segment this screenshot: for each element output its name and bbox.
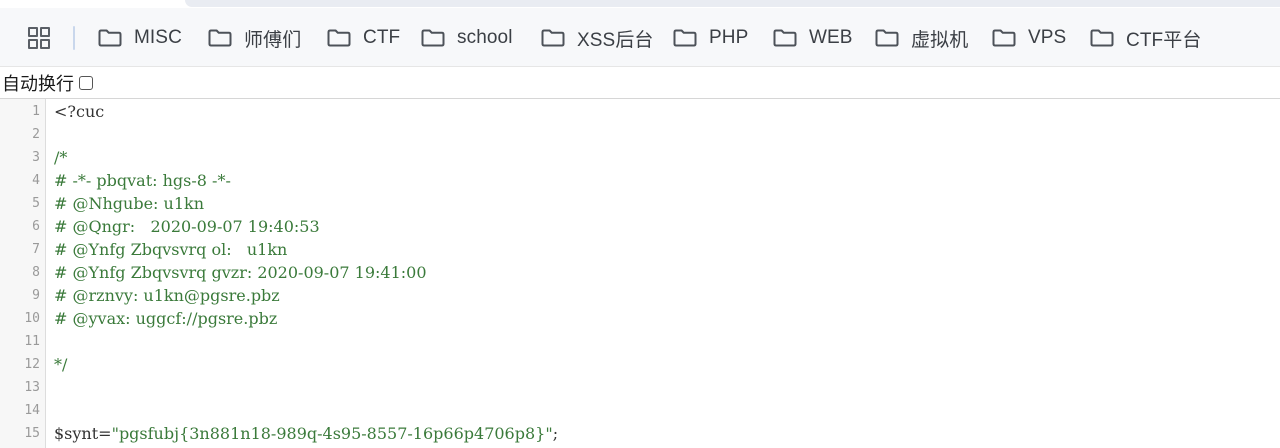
folder-icon (875, 29, 899, 47)
code-string: "pgsfubj{3n881n18-989q-4s95-8557-16p66p4… (111, 424, 553, 443)
bookmark-label: CTF平台 (1126, 29, 1202, 51)
line-number: 13 (24, 380, 40, 395)
code-variable: $synt= (54, 424, 112, 443)
code-line: 8 # @Ynfg Zbqvsvrq gvzr: 2020-09-07 19:41… (0, 261, 1280, 284)
code-text: # @Ynfg Zbqvsvrq gvzr: 2020-09-07 19:41:… (54, 263, 427, 282)
bookmark-label: 虚拟机 (911, 29, 969, 51)
code-text: <?cuc (54, 102, 105, 121)
code-text: */ (54, 355, 68, 374)
folder-icon (1090, 29, 1114, 47)
bookmark-label: VPS (1028, 27, 1067, 48)
bookmark-folder[interactable]: MISC (98, 25, 182, 51)
code-text: # @yvax: uggcf://pgsre.pbz (54, 309, 278, 328)
tab-strip (0, 0, 1280, 8)
bookmark-label: XSS后台 (577, 29, 654, 51)
code-text: # @Nhgube: u1kn (54, 194, 205, 213)
code-line: 14 (0, 399, 1280, 422)
bookmarks-divider (73, 26, 75, 50)
code-line: 10 # @yvax: uggcf://pgsre.pbz (0, 307, 1280, 330)
wrap-toggle-label: 自动换行 (2, 74, 74, 95)
code-text: # @rznvy: u1kn@pgsre.pbz (54, 286, 280, 305)
code-line: 4 # -*- pbqvat: hgs-8 -*- (0, 169, 1280, 192)
line-number: 8 (32, 265, 40, 280)
line-number: 4 (32, 173, 40, 188)
bookmark-label: school (457, 27, 513, 48)
bookmark-folder[interactable]: school (421, 25, 513, 51)
bookmark-label: WEB (809, 27, 853, 48)
code-terminator: ; (552, 424, 559, 443)
folder-icon (773, 29, 797, 47)
wrap-toggle-row: 自动换行 (0, 68, 1280, 99)
code-line: 3 /* (0, 146, 1280, 169)
code-text: /* (54, 148, 68, 167)
line-number: 5 (32, 196, 40, 211)
bookmark-label: CTF (363, 27, 401, 48)
line-number: 14 (24, 403, 40, 418)
bookmarks-bar: MISC 师傅们 CTF school XSS后台 PHP WEB 虚拟机 VPS CTF平台 (0, 8, 1280, 67)
line-number: 15 (24, 426, 40, 441)
code-line: 12 */ (0, 353, 1280, 376)
code-line: 11 (0, 330, 1280, 353)
folder-icon (98, 29, 122, 47)
line-number: 2 (32, 127, 40, 142)
apps-grid-icon[interactable] (28, 27, 50, 49)
bookmark-folder[interactable]: XSS后台 (541, 25, 654, 51)
folder-icon (208, 29, 232, 47)
line-number: 9 (32, 288, 40, 303)
source-code-viewer: 1 <?cuc 2 3 /* 4 # -*- pbqvat: hgs-8 -*- 5 # @Nh… (0, 99, 1280, 448)
bookmark-label: PHP (709, 27, 749, 48)
code-line: 1 <?cuc (0, 100, 1280, 123)
code-text: $synt="pgsfubj{3n881n18-989q-4s95-8557-1… (54, 422, 558, 445)
line-number: 11 (24, 334, 40, 349)
code-text: # @Qngr: 2020-09-07 19:40:53 (54, 217, 320, 236)
bookmark-folder[interactable]: PHP (673, 25, 748, 51)
bookmark-folder[interactable]: CTF (327, 25, 400, 51)
line-number: 6 (32, 219, 40, 234)
tab-strip-edge (185, 0, 1280, 7)
folder-icon (673, 29, 697, 47)
line-number: 12 (24, 357, 40, 372)
code-line: 15 $synt="pgsfubj{3n881n18-989q-4s95-8557… (0, 422, 1280, 445)
code-text: # @Ynfg Zbqvsvrq ol: u1kn (54, 240, 288, 259)
folder-icon (421, 29, 445, 47)
bookmark-folder[interactable]: VPS (992, 25, 1066, 51)
folder-icon (992, 29, 1016, 47)
code-line: 9 # @rznvy: u1kn@pgsre.pbz (0, 284, 1280, 307)
code-line: 2 (0, 123, 1280, 146)
bookmark-label: 师傅们 (244, 29, 302, 51)
line-number: 10 (24, 311, 40, 326)
bookmark-folder[interactable]: CTF平台 (1090, 25, 1201, 51)
line-number: 3 (32, 150, 40, 165)
code-line: 5 # @Nhgube: u1kn (0, 192, 1280, 215)
line-number: 7 (32, 242, 40, 257)
code-line: 7 # @Ynfg Zbqvsvrq ol: u1kn (0, 238, 1280, 261)
code-line: 6 # @Qngr: 2020-09-07 19:40:53 (0, 215, 1280, 238)
bookmark-folder[interactable]: WEB (773, 25, 853, 51)
code-line: 13 (0, 376, 1280, 399)
folder-icon (327, 29, 351, 47)
wrap-toggle-checkbox[interactable] (79, 76, 93, 90)
bookmark-folder[interactable]: 虚拟机 (875, 25, 968, 51)
code-text: # -*- pbqvat: hgs-8 -*- (54, 171, 231, 190)
bookmark-folder[interactable]: 师傅们 (208, 25, 301, 51)
folder-icon (541, 29, 565, 47)
bookmark-label: MISC (134, 27, 182, 48)
line-number: 1 (32, 104, 40, 119)
